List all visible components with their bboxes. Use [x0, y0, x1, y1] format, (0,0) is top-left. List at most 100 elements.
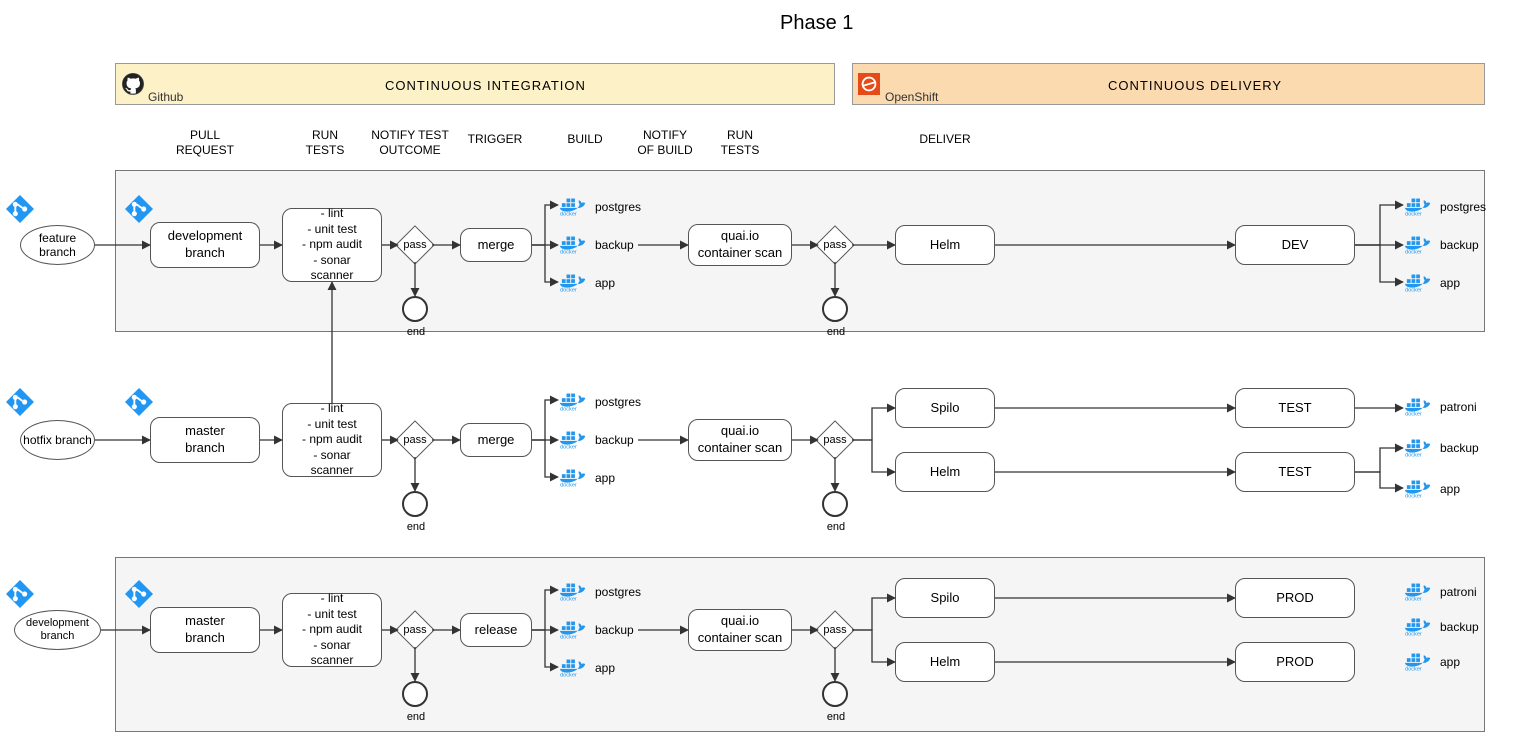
cd-header-label: CONTINUOUS DELIVERY	[1108, 78, 1282, 93]
col-run-tests-1: RUN TESTS	[295, 128, 355, 158]
svg-text:docker: docker	[1405, 287, 1422, 293]
docker-icon: docker	[560, 195, 588, 222]
svg-text:docker: docker	[560, 211, 577, 217]
github-icon	[122, 73, 144, 100]
svg-text:docker: docker	[560, 482, 577, 488]
svg-text:docker: docker	[560, 634, 577, 640]
end-label-1: end	[396, 326, 436, 338]
docker-icon: docker	[560, 233, 588, 260]
col-pull-request: PULL REQUEST	[165, 128, 245, 158]
end-label-3: end	[396, 711, 436, 723]
end-label-1b: end	[816, 326, 856, 338]
postgres-label: postgres	[595, 585, 641, 599]
pass-gate-3b: pass	[815, 610, 855, 650]
quay-box-2: quai.io container scan	[688, 419, 792, 461]
col-deliver: DELIVER	[910, 132, 980, 147]
svg-text:docker: docker	[1405, 249, 1422, 255]
app-label: app	[595, 471, 615, 485]
end-circle-2b	[822, 491, 848, 517]
docker-icon: docker	[560, 580, 588, 607]
pass-gate-3: pass	[395, 610, 435, 650]
end-circle-3b	[822, 681, 848, 707]
github-label: Github	[148, 90, 183, 104]
dev-env-box: DEV	[1235, 225, 1355, 265]
helm-box-3: Helm	[895, 642, 995, 682]
helm-box-2: Helm	[895, 452, 995, 492]
backup-label: backup	[595, 433, 634, 447]
page-title: Phase 1	[780, 12, 853, 35]
docker-icon: docker	[1405, 436, 1433, 463]
ci-header-label: CONTINUOUS INTEGRATION	[385, 78, 586, 93]
merge-box-2: merge	[460, 423, 532, 457]
svg-text:docker: docker	[1405, 596, 1422, 602]
svg-text:docker: docker	[560, 672, 577, 678]
col-notify-outcome: NOTIFY TEST OUTCOME	[365, 128, 455, 158]
git-icon	[125, 195, 153, 223]
master-branch-box-2: master branch	[150, 607, 260, 653]
docker-icon: docker	[560, 466, 588, 493]
svg-text:docker: docker	[1405, 452, 1422, 458]
postgres-label: postgres	[595, 395, 641, 409]
docker-icon: docker	[1405, 271, 1433, 298]
docker-icon: docker	[1405, 395, 1433, 422]
docker-icon: docker	[1405, 615, 1433, 642]
docker-icon: docker	[1405, 650, 1433, 677]
svg-text:docker: docker	[560, 249, 577, 255]
svg-text:docker: docker	[1405, 666, 1422, 672]
svg-text:docker: docker	[1405, 493, 1422, 499]
pass-gate-2b: pass	[815, 420, 855, 460]
pass-gate-1: pass	[395, 225, 435, 265]
openshift-icon	[858, 73, 880, 100]
end-label-2b: end	[816, 521, 856, 533]
pass-gate-1b: pass	[815, 225, 855, 265]
patroni-label: patroni	[1440, 585, 1477, 599]
app-label: app	[595, 276, 615, 290]
spilo-box-1: Spilo	[895, 388, 995, 428]
tests-box-2: - lint - unit test - npm audit - sonar s…	[282, 403, 382, 477]
development-branch-box: development branch	[150, 222, 260, 268]
release-box: release	[460, 613, 532, 647]
backup-label: backup	[1440, 441, 1479, 455]
hotfix-branch-start: hotfix branch	[20, 420, 95, 460]
docker-icon: docker	[1405, 233, 1433, 260]
docker-icon: docker	[560, 428, 588, 455]
test-env-box-2: TEST	[1235, 452, 1355, 492]
git-icon	[125, 388, 153, 416]
svg-text:docker: docker	[1405, 411, 1422, 417]
backup-label: backup	[1440, 238, 1479, 252]
col-run-tests-2: RUN TESTS	[710, 128, 770, 158]
backup-label: backup	[595, 623, 634, 637]
app-label: app	[1440, 482, 1460, 496]
docker-icon: docker	[560, 618, 588, 645]
end-circle-1b	[822, 296, 848, 322]
end-circle-3	[402, 681, 428, 707]
col-notify-build: NOTIFY OF BUILD	[630, 128, 700, 158]
test-env-box-1: TEST	[1235, 388, 1355, 428]
tests-box-1: - lint - unit test - npm audit - sonar s…	[282, 208, 382, 282]
feature-branch-start: feature branch	[20, 225, 95, 265]
docker-icon: docker	[1405, 195, 1433, 222]
prod-env-box-2: PROD	[1235, 642, 1355, 682]
end-circle-1	[402, 296, 428, 322]
app-label: app	[1440, 276, 1460, 290]
git-icon	[6, 580, 34, 608]
postgres-label: postgres	[1440, 200, 1486, 214]
git-icon	[6, 195, 34, 223]
docker-icon: docker	[560, 656, 588, 683]
git-icon	[6, 388, 34, 416]
svg-text:docker: docker	[1405, 631, 1422, 637]
backup-label: backup	[1440, 620, 1479, 634]
patroni-label: patroni	[1440, 400, 1477, 414]
svg-text:docker: docker	[560, 596, 577, 602]
svg-text:docker: docker	[560, 444, 577, 450]
docker-icon: docker	[560, 271, 588, 298]
quay-box-1: quai.io container scan	[688, 224, 792, 266]
pass-gate-2: pass	[395, 420, 435, 460]
spilo-box-2: Spilo	[895, 578, 995, 618]
app-label: app	[595, 661, 615, 675]
helm-box-1: Helm	[895, 225, 995, 265]
development-branch-start: development branch	[14, 610, 101, 650]
tests-box-3: - lint - unit test - npm audit - sonar s…	[282, 593, 382, 667]
openshift-label: OpenShift	[885, 90, 938, 104]
git-icon	[125, 580, 153, 608]
